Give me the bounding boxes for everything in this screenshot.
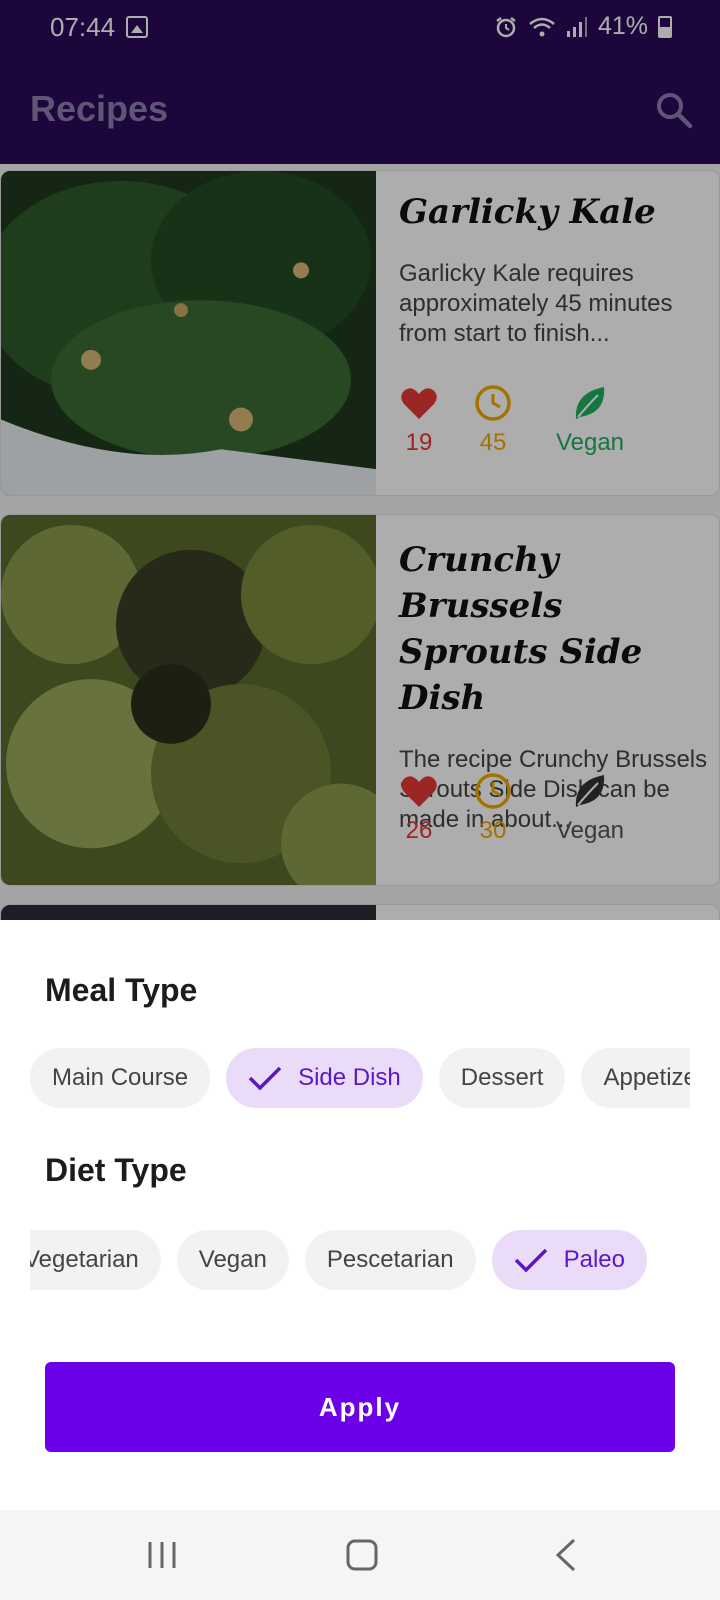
chip-main-course[interactable]: Main Course: [30, 1048, 211, 1108]
check-icon: [248, 1066, 282, 1090]
chip-pescetarian[interactable]: Pescetarian: [304, 1230, 476, 1290]
back-icon[interactable]: [536, 1530, 596, 1580]
modal-scrim[interactable]: [0, 0, 720, 920]
chip-vegan[interactable]: Vegan: [176, 1230, 289, 1290]
diet-type-chips[interactable]: Vegetarian Vegan Pescetarian Paleo: [30, 1230, 690, 1292]
chip-vegetarian[interactable]: Vegetarian: [30, 1230, 161, 1290]
check-icon: [514, 1248, 547, 1272]
home-icon[interactable]: [332, 1530, 392, 1580]
chip-appetizer[interactable]: Appetizer: [581, 1048, 690, 1108]
meal-type-chips[interactable]: Main Course Side Dish Dessert Appetizer: [30, 1048, 690, 1110]
diet-type-title: Diet Type: [45, 1152, 187, 1188]
recent-apps-icon[interactable]: [132, 1530, 192, 1580]
system-nav-bar: [0, 1510, 720, 1600]
chip-dessert[interactable]: Dessert: [438, 1048, 566, 1108]
chip-paleo[interactable]: Paleo: [491, 1230, 647, 1290]
apply-button[interactable]: Apply: [45, 1362, 675, 1452]
filter-bottom-sheet: Meal Type Main Course Side Dish Dessert …: [0, 920, 720, 1510]
meal-type-title: Meal Type: [45, 972, 198, 1008]
chip-side-dish[interactable]: Side Dish: [226, 1048, 423, 1108]
